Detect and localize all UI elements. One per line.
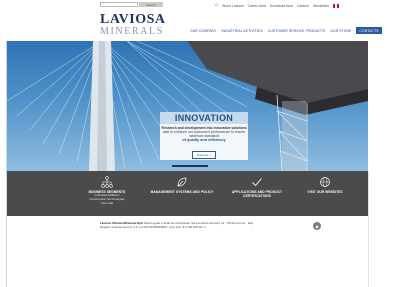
nav-item-our-store[interactable]: OUR STORE [330, 29, 351, 33]
flag-stripe [337, 3, 339, 8]
feature-title: VISIT OUR WEBSITES [307, 190, 343, 194]
logo-subtitle: MINERALS [100, 26, 164, 37]
hero-text-box: Research and development into innovative… [160, 124, 248, 160]
utility-link-career-area[interactable]: Career Area [248, 4, 266, 8]
discover-button[interactable]: Discover + [191, 151, 217, 159]
footer-registry: Registro Imprese Livorno C.F. e P.IVA 01… [100, 225, 207, 229]
search-input[interactable] [100, 2, 138, 7]
feature-websites[interactable]: VISIT OUR WEBSITES [290, 176, 360, 194]
globe-icon [320, 177, 330, 187]
network-icon [101, 176, 113, 188]
utility-link-newsletter[interactable]: Newsletter [313, 4, 329, 8]
page-guide-line-right [368, 171, 369, 287]
feature-band: BUSINESS SEGMENTS Industrial Additives C… [7, 171, 368, 216]
feature-business-segments[interactable]: BUSINESS SEGMENTS Industrial Additives C… [72, 176, 142, 205]
feature-title: MANAGEMENT SYSTEMS AND POLICY [150, 190, 214, 194]
check-icon [252, 178, 262, 187]
bridge-pier [282, 101, 306, 171]
feature-title: APPLICATIONS AND PRODUCT CERTIFICATIONS [231, 190, 283, 198]
leaf-icon [177, 177, 187, 187]
hero-slide-indicator[interactable] [172, 165, 208, 167]
nav-item-contacts[interactable]: CONTACTS [356, 27, 382, 34]
hero-title-box: INNOVATION [160, 112, 248, 124]
social-icon[interactable]: ◉ [313, 222, 321, 230]
language-flag-icon[interactable] [333, 3, 339, 8]
hero-title: INNOVATION [174, 113, 234, 123]
hero-line-2: able to enhance our customer's performan… [162, 130, 246, 138]
utility-link-careers[interactable]: Careers [297, 4, 309, 8]
nav-item-customer-service[interactable]: CUSTOMER SERVICE PRODUCTS [268, 29, 326, 33]
top-utility-bar: Search ⌂ About Laviosa Career Area Downl… [0, 0, 409, 14]
nav-item-industrial-activities[interactable]: INDUSTRIAL ACTIVITIES [221, 29, 262, 33]
hero-banner: INNOVATION Research and development into… [7, 41, 368, 171]
logo-wordmark[interactable]: LAVIOSA [100, 13, 166, 27]
utility-link-download-area[interactable]: Download Area [270, 4, 293, 8]
footer: Laviosa Chimica Mineraria SpA Sede Legal… [100, 221, 340, 229]
feature-sub-3[interactable]: Care Mat [72, 201, 142, 206]
home-icon[interactable]: ⌂ [215, 3, 218, 8]
feature-certifications[interactable]: APPLICATIONS AND PRODUCT CERTIFICATIONS [222, 176, 292, 198]
utility-link-about[interactable]: About Laviosa [222, 4, 244, 8]
main-navigation: OUR COMPANY INDUSTRIAL ACTIVITIES CUSTOM… [190, 27, 382, 34]
search-button[interactable]: Search [139, 2, 163, 7]
hero-line-3: of quality and efficiency [182, 138, 226, 142]
utility-links: ⌂ About Laviosa Career Area Download Are… [215, 3, 339, 8]
feature-management-systems[interactable]: MANAGEMENT SYSTEMS AND POLICY [147, 176, 217, 194]
nav-item-our-company[interactable]: OUR COMPANY [190, 29, 216, 33]
